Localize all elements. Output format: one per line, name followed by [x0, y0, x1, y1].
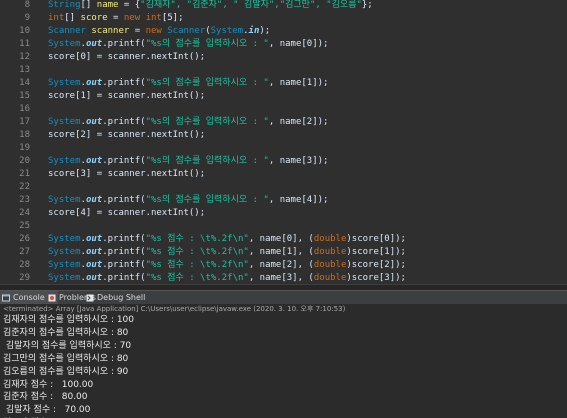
console-line: 김재자의 점수를 입력하시오 : 100 [3, 315, 135, 325]
line-number: 20 [19, 156, 30, 166]
line-number: 18 [19, 130, 30, 140]
tab-debug-shell[interactable]: Debug Shell [84, 291, 149, 305]
line-number: 22 [19, 182, 30, 192]
code-line[interactable]: System.out.printf("%s의 점수를 입력하시오 : ", na… [48, 77, 328, 90]
debug-shell-icon [86, 294, 94, 302]
line-number: 15 [19, 91, 30, 101]
code-line[interactable]: String[] name = {"김재자", "김준자", " 김말자","김… [48, 0, 373, 12]
line-number: 28 [19, 260, 30, 270]
console-icon [2, 294, 10, 302]
code-line[interactable]: System.out.printf("%s 점수 : \t%.2f\n", na… [48, 259, 406, 272]
console-status-line: <terminated> Array [Java Application] C:… [0, 304, 567, 314]
console-output[interactable]: 김재자의 점수를 입력하시오 : 100 김준자의 점수를 입력하시오 : 80 … [0, 314, 567, 418]
line-number: 23 [19, 195, 30, 205]
line-number: 27 [19, 247, 30, 257]
line-number: 10 [19, 26, 30, 36]
code-line[interactable]: score[3] = scanner.nextInt(); [48, 168, 205, 181]
line-number: 13 [19, 65, 30, 75]
console-line: 김그만의 점수를 입력하시오 : 80 [3, 353, 129, 364]
line-number: 17 [19, 117, 30, 127]
code-line[interactable]: System.out.printf("%s 점수 : \t%.2f\n", na… [48, 246, 406, 259]
line-number: 8 [24, 0, 30, 10]
line-number: 11 [19, 39, 30, 49]
code-line[interactable]: System.out.printf("%s의 점수를 입력하시오 : ", na… [48, 155, 328, 168]
line-number: 16 [19, 104, 30, 114]
console-line: 김준자의 점수를 입력하시오 : 80 [3, 327, 129, 338]
console-line: 김말자의 점수를 입력하시오 : 70 [3, 340, 132, 351]
code-line[interactable]: score[2] = scanner.nextInt(); [48, 129, 205, 142]
code-line[interactable]: System.out.printf("%s의 점수를 입력하시오 : ", na… [48, 116, 328, 129]
code-editor[interactable]: 8 9 10 11 12 13 14 15 16 17 18 19 20 21 22 23 24 25 26 27 28… [0, 0, 567, 290]
console-line: 김말자 점수 : 70.00 [3, 405, 91, 416]
code-line[interactable]: int[] score = new int[5]; [48, 12, 184, 25]
line-number: 24 [19, 208, 30, 218]
code-line[interactable]: Scanner scanner = new Scanner(System.in)… [48, 25, 270, 38]
console-line: 김오름의 점수를 입력하시오 : 90 [3, 366, 129, 377]
console-line: 김준자 점수 : 80.00 [3, 392, 88, 403]
line-number: 19 [19, 143, 30, 153]
code-line[interactable]: System.out.printf("%s 점수 : \t%.2f\n", na… [48, 233, 406, 246]
line-number: 12 [19, 52, 30, 62]
code-line[interactable]: System.out.printf("%s의 점수를 입력하시오 : ", na… [48, 38, 328, 51]
line-number: 26 [19, 234, 30, 244]
problems-icon [48, 294, 56, 302]
line-number: 9 [24, 13, 30, 23]
code-line[interactable]: score[4] = scanner.nextInt(); [48, 207, 205, 220]
line-number: 14 [19, 78, 30, 88]
code-line[interactable]: score[0] = scanner.nextInt(); [48, 51, 205, 64]
console-line: 김재자 점수 : 100.00 [3, 379, 94, 390]
code-line[interactable]: score[1] = scanner.nextInt(); [48, 90, 205, 103]
line-number-gutter: 8 9 10 11 12 13 14 15 16 17 18 19 20 21 22 23 24 25 26 27 28… [0, 0, 42, 290]
code-line[interactable]: System.out.printf("%s의 점수를 입력하시오 : ", na… [48, 194, 328, 207]
line-number: 25 [19, 221, 30, 231]
line-number: 21 [19, 169, 30, 179]
